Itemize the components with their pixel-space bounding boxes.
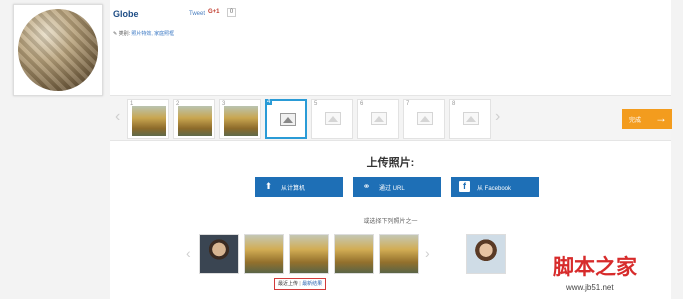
facebook-icon: f <box>459 181 470 192</box>
upload-from-url-label: 通过 URL <box>379 186 405 192</box>
slot-number: 4 <box>265 99 273 105</box>
slot-number: 6 <box>360 101 364 107</box>
upload-arrow-icon: ⬆ <box>264 181 273 191</box>
globe-preview-image <box>18 9 98 91</box>
slot-number: 8 <box>452 101 456 107</box>
page-title: Globe <box>113 9 139 19</box>
slot-number: 7 <box>406 101 410 107</box>
category-line: ✎ 类别: 照片特效, 家庭照框 <box>113 30 174 37</box>
gplus-count-badge: 0 <box>227 8 236 17</box>
upload-from-computer-label: 从计算机 <box>281 186 306 192</box>
sample-photo-woman[interactable] <box>466 234 506 274</box>
photo-slot-strip: ‹ 1 2 3 4 5 6 7 8 › 完成 → <box>110 95 672 141</box>
sample-photo-autumn-4[interactable] <box>379 234 419 274</box>
next-button[interactable]: 完成 → <box>622 109 672 129</box>
gplus-button[interactable]: G+1 <box>208 9 220 15</box>
upload-from-facebook-label: 从 Facebook <box>477 186 512 192</box>
latest-results-link[interactable]: 最新结果 <box>302 281 322 287</box>
photo-slot-7[interactable]: 7 <box>403 99 445 139</box>
recent-uploads-toggle: 最近上传 | 最新结果 <box>274 278 327 290</box>
site-watermark-url: www.jb51.net <box>566 283 614 292</box>
gallery-prev-arrow-icon[interactable]: ‹ <box>186 245 191 261</box>
image-placeholder-icon <box>280 113 296 126</box>
photo-slot-4-active[interactable]: 4 <box>265 99 307 139</box>
image-placeholder-icon <box>463 112 479 125</box>
category-label: ✎ 类别: <box>113 31 130 37</box>
right-margin <box>671 0 683 299</box>
photo-slot-5[interactable]: 5 <box>311 99 353 139</box>
strip-prev-arrow-icon[interactable]: ‹ <box>115 108 120 126</box>
photo-slot-3[interactable]: 3 <box>219 99 261 139</box>
image-placeholder-icon <box>417 112 433 125</box>
sample-photo-autumn-2[interactable] <box>289 234 329 274</box>
left-sidebar <box>0 0 110 299</box>
photo-slot-2[interactable]: 2 <box>173 99 215 139</box>
category-links[interactable]: 照片特效, 家庭照框 <box>131 31 174 37</box>
slot-photo <box>178 106 212 136</box>
upload-from-url-button[interactable]: ⚭ 通过 URL <box>353 177 441 197</box>
gallery-next-arrow-icon[interactable]: › <box>425 245 430 261</box>
photo-slot-1[interactable]: 1 <box>127 99 169 139</box>
choose-sample-text: 或选择下列照片之一 <box>363 219 418 225</box>
slot-number: 5 <box>314 101 318 107</box>
next-button-label: 完成 <box>629 118 642 124</box>
effect-header: Globe Tweet G+1 0 ✎ 类别: 照片特效, 家庭照框 <box>110 0 671 95</box>
photo-slot-8[interactable]: 8 <box>449 99 491 139</box>
recent-uploads-link[interactable]: 最近上传 <box>278 281 298 287</box>
image-placeholder-icon <box>325 112 341 125</box>
link-icon: ⚭ <box>362 181 371 191</box>
upload-from-facebook-button[interactable]: f 从 Facebook <box>451 177 539 197</box>
upload-title: 上传照片: <box>366 157 415 169</box>
upload-from-computer-button[interactable]: ⬆ 从计算机 <box>255 177 343 197</box>
photo-slot-6[interactable]: 6 <box>357 99 399 139</box>
sample-photo-autumn-3[interactable] <box>334 234 374 274</box>
arrow-right-icon: → <box>655 111 667 125</box>
strip-next-arrow-icon[interactable]: › <box>495 108 500 126</box>
sample-photo-autumn-1[interactable] <box>244 234 284 274</box>
slot-photo <box>132 106 166 136</box>
effect-thumbnail[interactable] <box>13 4 103 96</box>
image-placeholder-icon <box>371 112 387 125</box>
slot-photo <box>224 106 258 136</box>
sample-photo-man[interactable] <box>199 234 239 274</box>
hint-separator: | <box>299 281 301 287</box>
tweet-button[interactable]: Tweet <box>189 11 205 17</box>
site-watermark-logo: 脚本之家 <box>553 254 637 279</box>
